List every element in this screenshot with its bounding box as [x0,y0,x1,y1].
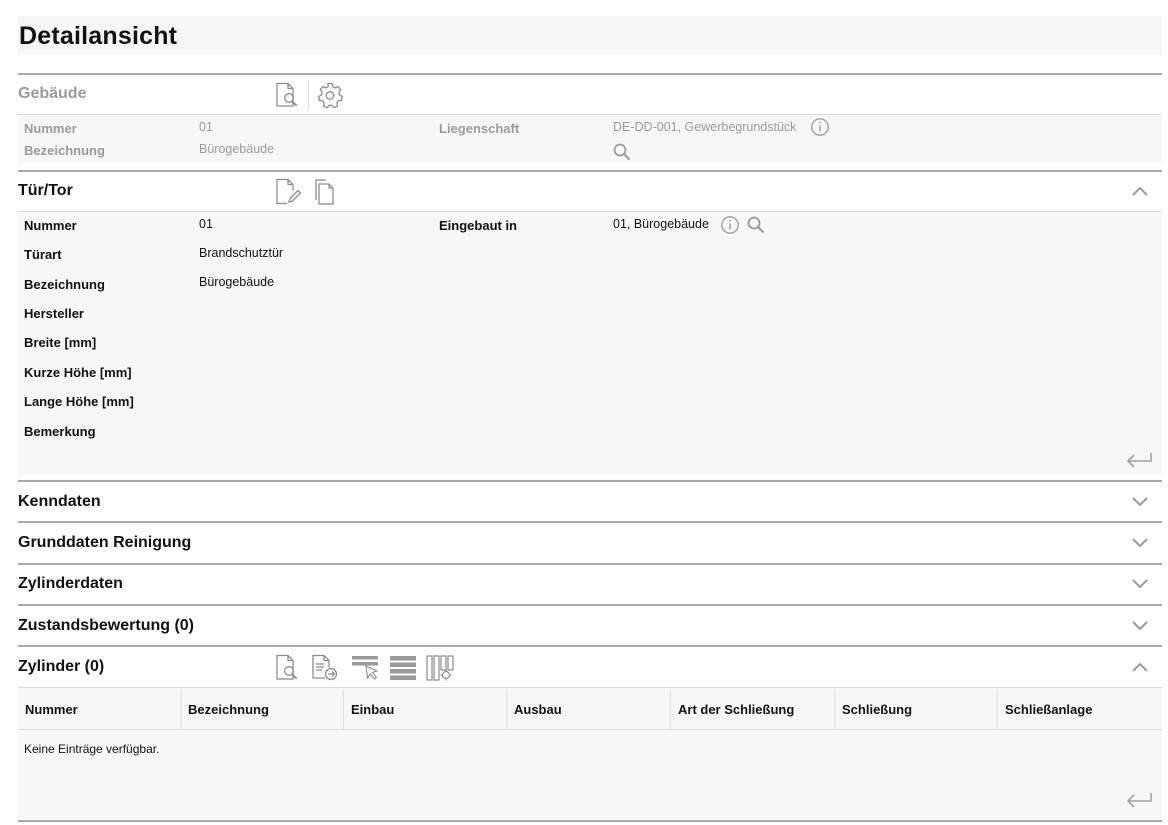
toolbar-separator [308,80,309,110]
section-divider [18,521,1162,523]
section-title-zylinderdaten[interactable]: Zylinderdaten [18,575,123,593]
tuer-bezeichnung-value: Bürogebäude [199,275,275,289]
tuerart-value: Brandschutztür [199,246,284,260]
info-icon[interactable] [720,215,740,235]
page-header: Detailansicht [18,16,1162,55]
column-separator [997,689,998,729]
eingebaut-label: Eingebaut in [439,218,517,233]
eingebaut-value: 01, Bürogebäude [613,217,709,231]
lange-hoehe-label: Lange Höhe [mm] [24,394,134,409]
section-divider [18,73,1162,75]
edit-document-icon[interactable] [275,178,301,206]
return-icon[interactable] [1124,790,1154,812]
gear-icon[interactable] [317,82,343,108]
section-divider [18,820,1162,822]
search-icon[interactable] [746,215,766,235]
document-search-icon[interactable] [275,654,301,682]
section-divider [18,645,1162,647]
copy-icon[interactable] [313,178,337,206]
section-title-zylinder: Zylinder (0) [18,658,105,675]
empty-table-message: Keine Einträge verfügbar. [24,742,160,756]
column-separator [834,689,835,729]
section-title-kenndaten[interactable]: Kenndaten [18,493,101,511]
gebaeude-panel [18,115,1162,163]
chevron-down-icon[interactable] [1130,536,1150,550]
bemerkung-label: Bemerkung [24,424,96,439]
tuer-nummer-value: 01 [199,217,213,231]
column-separator [181,689,182,729]
section-divider [18,563,1162,565]
tuer-bezeichnung-label: Bezeichnung [24,277,105,292]
liegenschaft-value: DE-DD-001, Gewerbegrundstück [613,120,797,134]
chevron-down-icon[interactable] [1130,495,1150,509]
search-icon[interactable] [612,142,632,162]
column-separator [506,689,507,729]
column-settings-icon[interactable] [426,655,454,681]
info-icon[interactable] [810,117,830,137]
breite-label: Breite [mm] [24,335,97,350]
document-export-icon[interactable] [311,654,339,682]
return-icon[interactable] [1124,450,1154,472]
hersteller-label: Hersteller [24,306,84,321]
page-title: Detailansicht [19,22,178,50]
section-title-zustand[interactable]: Zustandsbewertung (0) [18,617,194,635]
gebaeude-bezeichnung-label: Bezeichnung [24,143,105,158]
kurze-hoehe-label: Kurze Höhe [mm] [24,365,132,380]
column-header-einbau[interactable]: Einbau [351,702,394,717]
section-title-grunddaten[interactable]: Grunddaten Reinigung [18,534,191,552]
section-divider [18,604,1162,606]
section-divider [18,170,1162,172]
tuerart-label: Türart [24,247,62,262]
list-rows-icon[interactable] [389,655,417,681]
select-row-icon[interactable] [351,655,379,681]
section-title-gebaeude: Gebäude [18,85,87,102]
gebaeude-bezeichnung-value: Bürogebäude [199,142,275,156]
chevron-down-icon[interactable] [1130,619,1150,633]
column-separator [343,689,344,729]
tuer-panel [18,212,1162,475]
column-header-art-der-schliessung[interactable]: Art der Schließung [678,702,794,717]
document-search-icon[interactable] [275,82,301,108]
liegenschaft-label: Liegenschaft [439,121,520,136]
chevron-down-icon[interactable] [1130,577,1150,591]
column-header-schliessung[interactable]: Schließung [842,702,912,717]
column-header-bezeichnung[interactable]: Bezeichnung [188,702,269,717]
column-header-nummer[interactable]: Nummer [25,702,78,717]
tuer-nummer-label: Nummer [24,218,77,233]
column-separator [670,689,671,729]
table-header-divider [18,729,1162,730]
column-header-schliessanlage[interactable]: Schließanlage [1005,702,1092,717]
column-header-ausbau[interactable]: Ausbau [514,702,562,717]
gebaeude-nummer-label: Nummer [24,121,77,136]
chevron-up-icon[interactable] [1130,184,1150,198]
section-title-tuer: Tür/Tor [18,182,73,199]
section-divider [18,480,1162,482]
gebaeude-nummer-value: 01 [199,120,213,134]
chevron-up-icon[interactable] [1130,660,1150,674]
